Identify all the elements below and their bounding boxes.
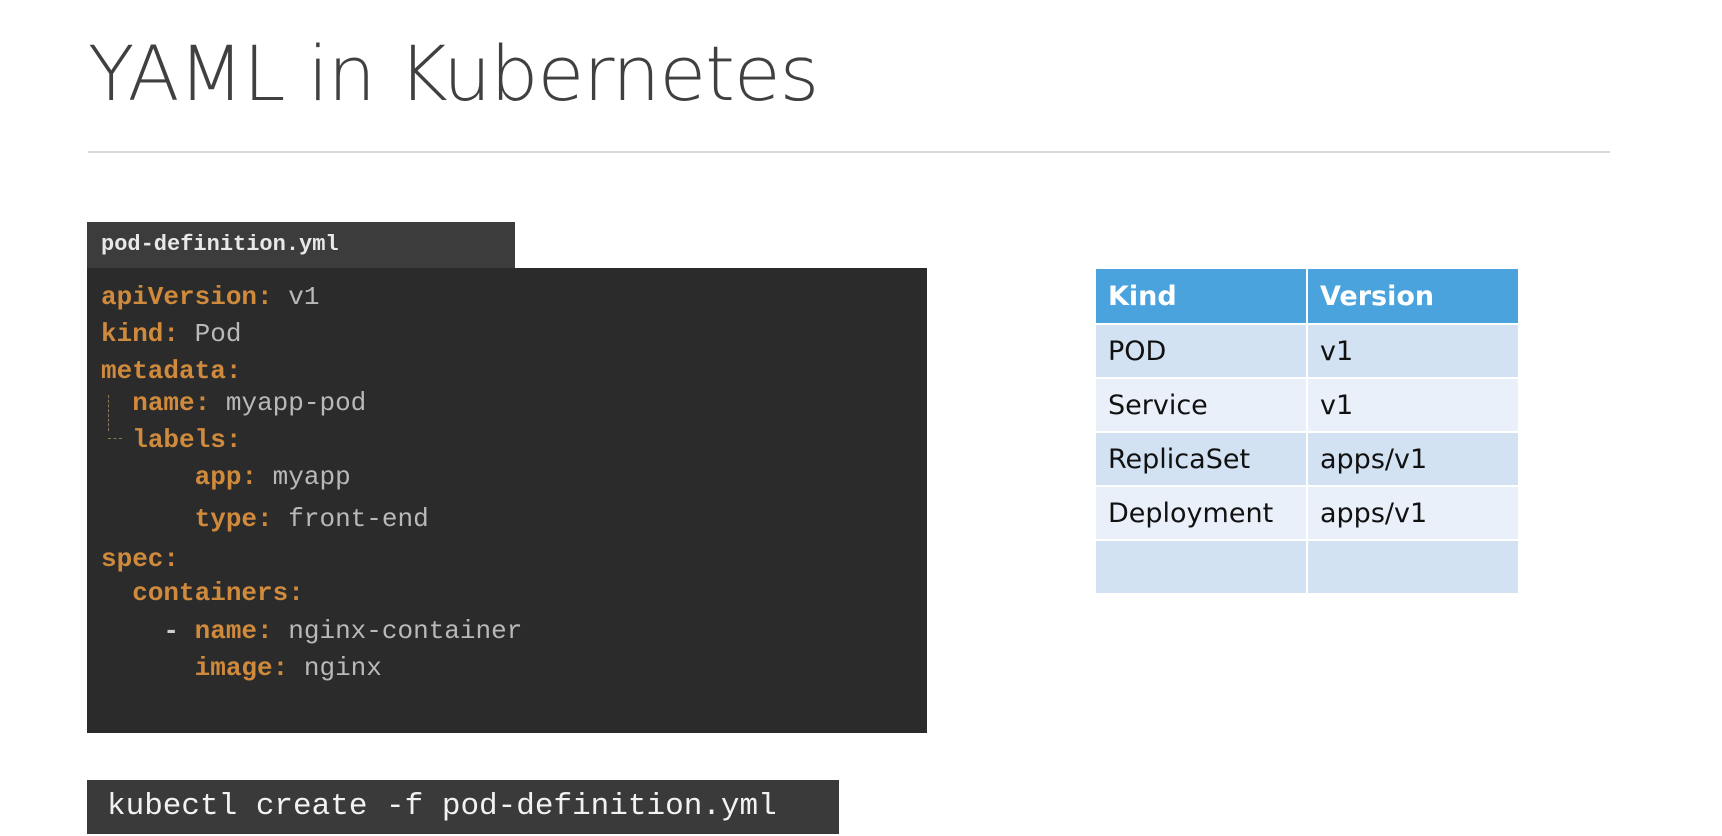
yaml-line: containers: — [132, 578, 304, 608]
yaml-key: labels — [132, 425, 226, 455]
yaml-key: spec — [101, 544, 164, 574]
table-cell-version: apps/v1 — [1306, 485, 1520, 541]
kubectl-command: kubectl create -f pod-definition.yml — [87, 780, 839, 834]
yaml-line: type: front-end — [194, 504, 429, 534]
yaml-value: nginx — [303, 653, 382, 683]
table-cell-kind: Service — [1094, 377, 1308, 433]
yaml-key: name — [132, 388, 195, 418]
yaml-key: metadata — [101, 356, 226, 386]
yaml-key: kind — [101, 319, 164, 349]
table-cell-kind — [1094, 539, 1308, 595]
yaml-key: name — [194, 616, 258, 646]
indent-guide-vertical — [108, 395, 109, 431]
title-divider — [88, 151, 1610, 153]
yaml-key: app — [194, 462, 242, 492]
yaml-line: metadata: — [101, 356, 242, 386]
yaml-value: v1 — [288, 282, 320, 312]
yaml-value: Pod — [194, 319, 242, 349]
table-row — [1094, 539, 1520, 595]
yaml-line: image: nginx — [194, 653, 382, 683]
yaml-line: - name: nginx-container — [101, 616, 523, 646]
table-row: POD v1 — [1094, 323, 1520, 379]
table-header-version: Version — [1306, 267, 1520, 325]
table-cell-version: v1 — [1306, 323, 1520, 379]
table-header-row: Kind Version — [1094, 267, 1520, 325]
yaml-value: myapp-pod — [225, 388, 367, 418]
yaml-code-block: apiVersion: v1 kind: Pod metadata: name: m… — [87, 268, 927, 733]
table-row: Deployment apps/v1 — [1094, 485, 1520, 541]
table-cell-kind: POD — [1094, 323, 1308, 379]
yaml-key: containers — [132, 578, 289, 608]
table-cell-kind: Deployment — [1094, 485, 1308, 541]
yaml-line: app: myapp — [194, 462, 351, 492]
yaml-key: type — [194, 504, 258, 534]
yaml-line: apiVersion: v1 — [101, 282, 320, 312]
yaml-line: name: myapp-pod — [132, 388, 367, 418]
yaml-line: labels: — [132, 425, 242, 455]
slide-title: YAML in Kubernetes — [88, 29, 819, 118]
yaml-line: kind: Pod — [101, 319, 242, 349]
yaml-value: myapp — [272, 462, 351, 492]
yaml-line: spec: — [101, 544, 180, 574]
table-cell-version — [1306, 539, 1520, 595]
table-row: Service v1 — [1094, 377, 1520, 433]
yaml-list-dash: - — [101, 616, 195, 646]
table-header-kind: Kind — [1094, 267, 1308, 325]
yaml-key: image — [194, 653, 273, 683]
table-row: ReplicaSet apps/v1 — [1094, 431, 1520, 487]
kind-version-table: Kind Version POD v1 Service v1 ReplicaSe… — [1094, 267, 1520, 595]
yaml-key: apiVersion — [101, 282, 258, 312]
table-cell-version: v1 — [1306, 377, 1520, 433]
yaml-value: nginx-container — [288, 616, 523, 646]
code-filename-tab: pod-definition.yml — [87, 222, 515, 268]
indent-guide-horizontal — [108, 438, 122, 439]
table-cell-version: apps/v1 — [1306, 431, 1520, 487]
table-cell-kind: ReplicaSet — [1094, 431, 1308, 487]
yaml-value: front-end — [288, 504, 429, 534]
